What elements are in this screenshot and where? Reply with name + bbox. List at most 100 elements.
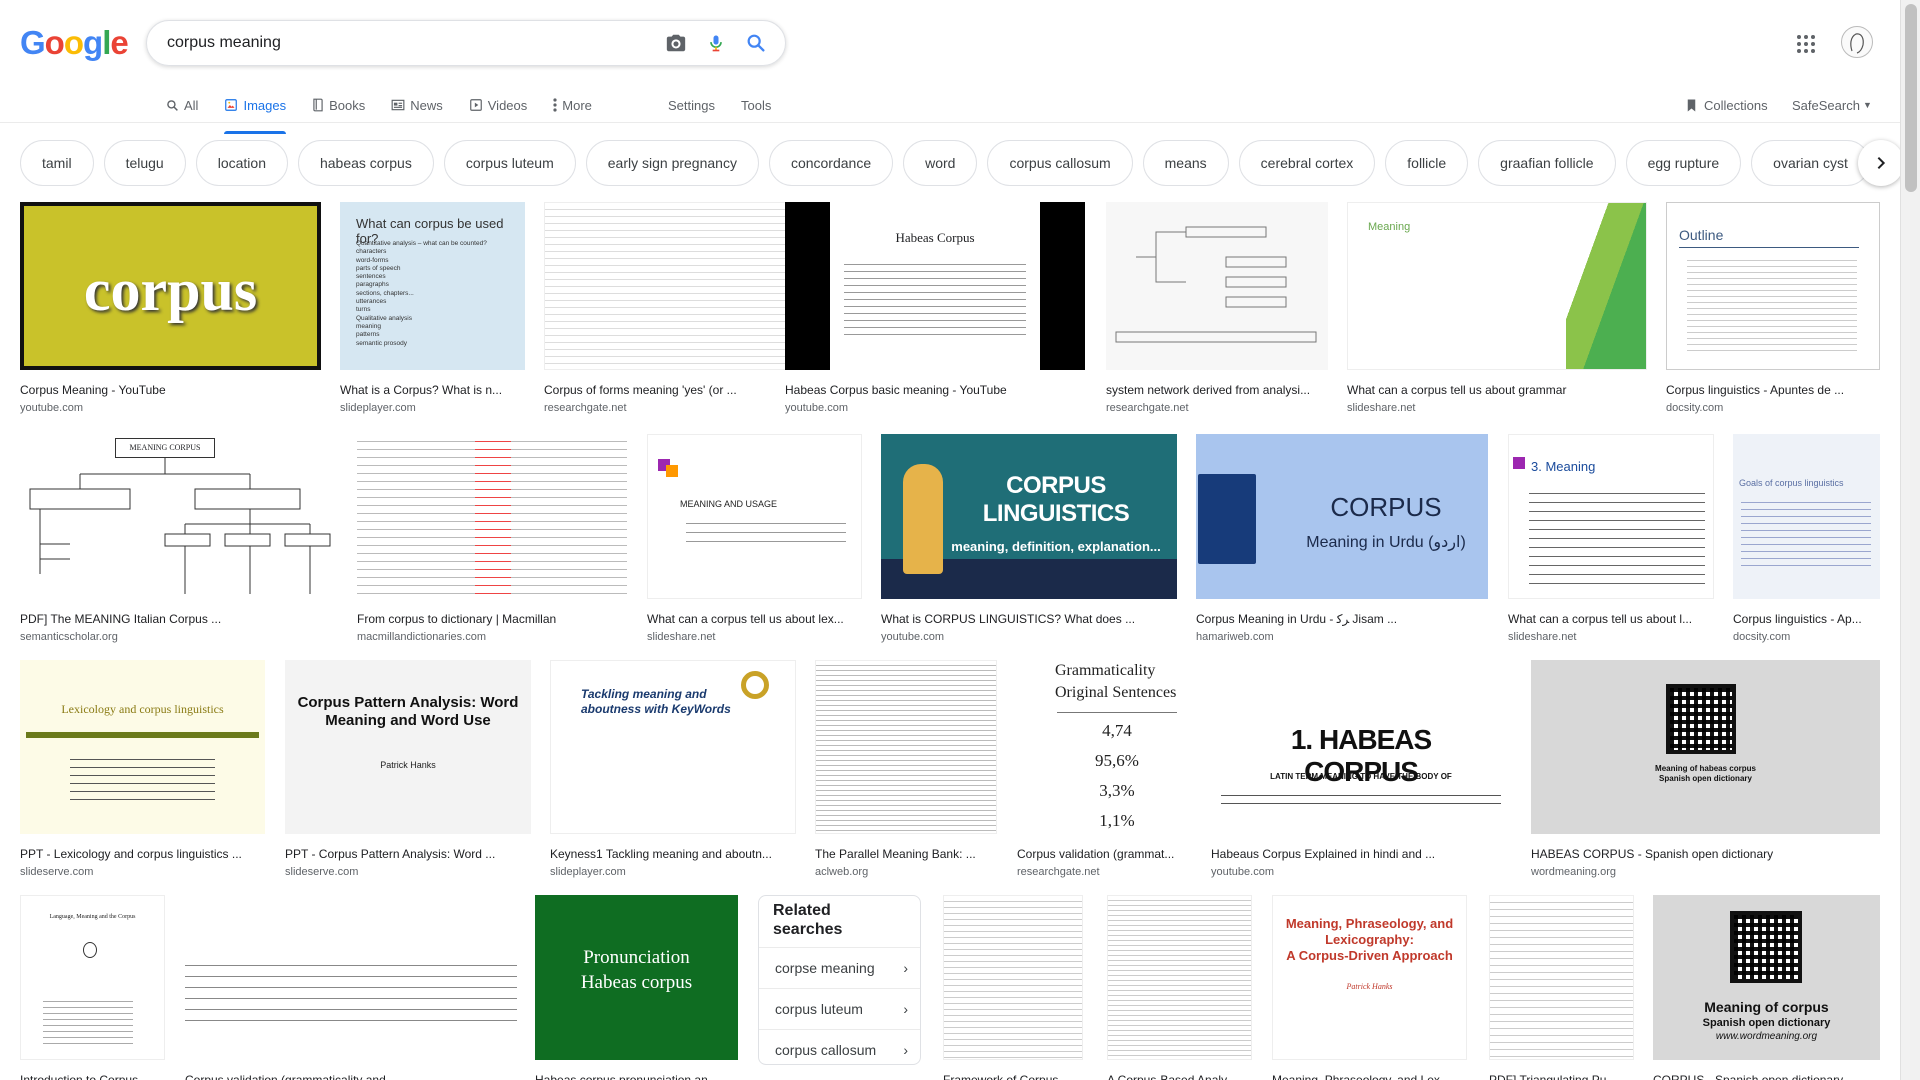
result-title: Corpus Meaning - YouTube: [20, 383, 166, 397]
image-result[interactable]: CORPUS Meaning in Urdu (اردو) Corpus Mea…: [1196, 434, 1488, 644]
chevron-right-icon: ›: [903, 1001, 908, 1017]
image-result[interactable]: system network derived from analysi... r…: [1106, 202, 1328, 415]
image-result[interactable]: MEANING CORPUS PDF] The MEANING Italian …: [20, 434, 338, 644]
tab-label: All: [184, 97, 199, 113]
image-result[interactable]: What can corpus be used for? Quantitativ…: [340, 202, 525, 415]
refinement-chip[interactable]: corpus luteum: [443, 140, 576, 186]
tab-videos[interactable]: Videos: [469, 90, 527, 120]
result-title: Corpus linguistics - Ap...: [1733, 612, 1862, 626]
qr-code: [1666, 684, 1736, 754]
chevron-right-icon[interactable]: [1858, 140, 1904, 186]
tab-books[interactable]: Books: [312, 90, 365, 120]
result-title: Corpus Meaning in Urdu - ﺮﮐ Jisam ...: [1196, 612, 1398, 626]
refinement-chip[interactable]: telugu: [103, 140, 186, 186]
image-result[interactable]: Language, Meaning and the Corpus Introdu…: [20, 895, 165, 1080]
search-input[interactable]: [167, 34, 651, 52]
refinement-chip[interactable]: tamil: [20, 140, 94, 186]
result-source: researchgate.net: [544, 402, 627, 414]
related-search-item[interactable]: corpus callosum ›: [759, 1029, 920, 1064]
image-result[interactable]: Framework of Corpus ...: [943, 895, 1083, 1080]
image-result[interactable]: Corpus of forms meaning 'yes' (or ... re…: [544, 202, 786, 415]
related-search-item[interactable]: corpus luteum ›: [759, 988, 920, 1029]
refinement-chip[interactable]: corpus callosum: [987, 140, 1133, 186]
result-thumbnail: Grammaticality Original Sentences 4,74 95…: [1017, 660, 1193, 834]
image-result[interactable]: Habeas Corpus Habeas Corpus basic meanin…: [785, 202, 1085, 415]
safesearch-dropdown[interactable]: SafeSearch ▼: [1792, 90, 1872, 120]
qr-code: [1730, 911, 1802, 983]
image-result[interactable]: Meaning What can a corpus tell us about …: [1347, 202, 1647, 415]
result-thumbnail: Meaning of corpus Spanish open dictionar…: [1653, 895, 1880, 1060]
result-source: docsity.com: [1666, 402, 1724, 414]
thumb-subcaption: meaning, definition, explanation...: [951, 539, 1161, 554]
slide-text-lines: [1741, 496, 1871, 566]
result-source: macmillandictionaries.com: [357, 631, 486, 643]
image-result[interactable]: A Corpus-Based Analy...: [1107, 895, 1252, 1080]
logo-letter: o: [44, 24, 65, 61]
image-result[interactable]: Meaning, Phraseology, and Lexicography: …: [1272, 895, 1467, 1080]
thumb-caption: Meaning of corpus: [1704, 999, 1829, 1015]
image-result[interactable]: 3. Meaning What can a corpus tell us abo…: [1508, 434, 1714, 644]
refinement-chips: tamil telugu location habeas corpus corpus l…: [20, 140, 1880, 186]
apps-grid-icon[interactable]: [1794, 32, 1818, 56]
tab-images[interactable]: Images: [224, 90, 286, 134]
search-icon[interactable]: [741, 28, 771, 58]
image-icon: [225, 99, 238, 111]
scrollbar-thumb[interactable]: [1905, 4, 1917, 192]
tab-more[interactable]: More: [553, 90, 592, 120]
settings-link[interactable]: Settings: [668, 98, 715, 113]
result-thumbnail: [1489, 895, 1634, 1060]
tab-all[interactable]: All: [166, 90, 198, 120]
google-logo[interactable]: Google: [20, 24, 129, 62]
thumb-subtitle: A Corpus-Driven Approach: [1286, 948, 1453, 963]
more-vert-icon: [553, 98, 557, 112]
image-result[interactable]: Corpus validation (grammaticality and ..…: [185, 895, 517, 1080]
refinement-chip[interactable]: follicle: [1385, 140, 1469, 186]
refinement-chip[interactable]: graafian follicle: [1478, 140, 1616, 186]
image-result[interactable]: Corpus Pattern Analysis: Word Meaning an…: [285, 660, 531, 879]
image-result[interactable]: Goals of corpus linguistics Corpus lingu…: [1733, 434, 1880, 644]
image-result[interactable]: CORPUS LINGUISTICS meaning, definition, …: [881, 434, 1177, 644]
refinement-chip[interactable]: word: [903, 140, 978, 186]
thumb-caption: Meaning, Phraseology, and Lexicography:: [1285, 916, 1454, 947]
image-result[interactable]: Meaning of corpus Spanish open dictionar…: [1653, 895, 1880, 1080]
image-result[interactable]: Tackling meaning and aboutness with KeyW…: [550, 660, 796, 879]
logo-letter: o: [63, 24, 84, 61]
image-result[interactable]: The Parallel Meaning Bank: ... aclweb.or…: [815, 660, 997, 879]
thumb-caption: CORPUS LINGUISTICS: [982, 472, 1130, 527]
related-searches-panel: Related searches corpse meaning › corpus…: [758, 895, 921, 1065]
refinement-chip[interactable]: habeas corpus: [297, 140, 434, 186]
related-search-item[interactable]: corpse meaning ›: [759, 947, 920, 988]
result-title: Introduction to Corpus ...: [20, 1073, 152, 1080]
network-diagram: [1115, 226, 1317, 343]
image-result[interactable]: Pronunciation Habeas corpus Habeas corpu…: [535, 895, 738, 1080]
tools-link[interactable]: Tools: [741, 98, 771, 113]
refinement-chip[interactable]: cerebral cortex: [1238, 140, 1376, 186]
thumb-bullets: Quantitative analysis – what can be coun…: [356, 240, 487, 348]
refinement-chip[interactable]: egg rupture: [1625, 140, 1742, 186]
image-result[interactable]: From corpus to dictionary | Macmillan ma…: [357, 434, 627, 644]
refinement-chip[interactable]: means: [1142, 140, 1229, 186]
scrollbar[interactable]: [1900, 0, 1920, 1080]
image-result[interactable]: MEANING AND USAGE What can a corpus tell…: [647, 434, 862, 644]
tab-news[interactable]: News: [391, 90, 443, 120]
image-result[interactable]: 1. HABEAS CORPUS LATIN TERM MEANING TO H…: [1211, 660, 1512, 879]
refinement-chip[interactable]: location: [195, 140, 288, 186]
result-thumbnail: Tackling meaning and aboutness with KeyW…: [550, 660, 796, 834]
image-result[interactable]: Outline Corpus linguistics - Apuntes de …: [1666, 202, 1880, 415]
image-result[interactable]: corpus Corpus Meaning - YouTube youtube.…: [20, 202, 321, 415]
slide: Habeas Corpus: [830, 202, 1040, 370]
refinement-chip[interactable]: early sign pregnancy: [585, 140, 759, 186]
thumb-bullet: paragraphs: [356, 281, 389, 289]
image-result[interactable]: Lexicology and corpus linguistics PPT - …: [20, 660, 265, 879]
image-result[interactable]: Grammaticality Original Sentences 4,74 95…: [1017, 660, 1193, 879]
collections-link[interactable]: Collections: [1685, 90, 1768, 120]
search-box: [146, 20, 786, 66]
image-result[interactable]: Meaning of habeas corpus Spanish open di…: [1531, 660, 1880, 879]
refinement-chip[interactable]: ovarian cyst: [1751, 140, 1870, 186]
account-avatar[interactable]: [1841, 26, 1873, 58]
mic-icon[interactable]: [701, 28, 731, 58]
refinement-chip[interactable]: concordance: [768, 140, 894, 186]
camera-icon[interactable]: [661, 28, 691, 58]
thumb-subcaption: Spanish open dictionary: [1659, 774, 1752, 783]
image-result[interactable]: PDF] Triangulating Pu...: [1489, 895, 1634, 1080]
